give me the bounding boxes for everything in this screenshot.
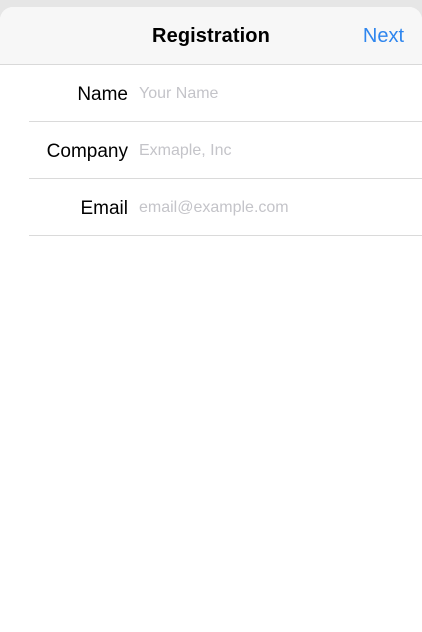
registration-form: Name Company Email — [0, 65, 422, 236]
registration-sheet: Registration Next Name Company Email — [0, 7, 422, 632]
email-field[interactable] — [139, 195, 409, 221]
name-row: Name — [29, 65, 422, 122]
company-label: Company — [46, 141, 128, 162]
name-label: Name — [77, 84, 128, 105]
name-field[interactable] — [139, 81, 409, 107]
navigation-bar: Registration Next — [0, 7, 422, 65]
company-field[interactable] — [139, 138, 409, 164]
email-label: Email — [80, 198, 128, 219]
email-row: Email — [29, 179, 422, 236]
next-button[interactable]: Next — [363, 25, 404, 48]
page-title: Registration — [152, 25, 270, 47]
company-row: Company — [29, 122, 422, 179]
